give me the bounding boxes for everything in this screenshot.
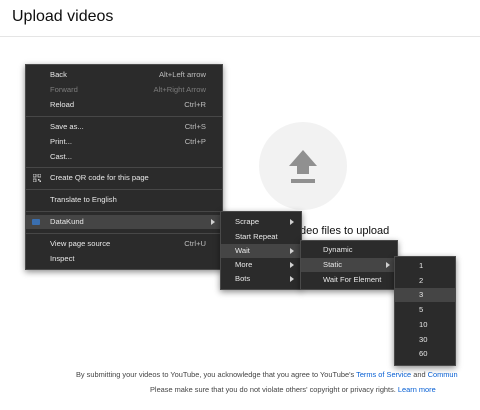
seconds-option-1[interactable]: 1: [395, 259, 455, 273]
menu-item-label: More: [235, 260, 253, 269]
menu-item-label: Static: [323, 260, 342, 269]
menu-item-shortcut: Alt+Left arrow: [158, 70, 206, 79]
menu-item-label: Translate to English: [50, 195, 117, 204]
seconds-option-60[interactable]: 60: [395, 347, 455, 361]
menu-item-cast[interactable]: Cast...: [26, 150, 222, 164]
terms-notice-text: By submitting your videos to YouTube, yo…: [76, 370, 355, 379]
menu-item-shortcut: Ctrl+P: [184, 137, 206, 146]
menu-separator: [26, 211, 222, 212]
menu-item-label: Create QR code for this page: [50, 173, 149, 182]
menu-separator: [26, 116, 222, 117]
menu-item-print[interactable]: Print... Ctrl+P: [26, 135, 222, 149]
submenu-item-static[interactable]: Static: [301, 258, 397, 272]
menu-separator: [26, 167, 222, 168]
menu-item-save-as[interactable]: Save as... Ctrl+S: [26, 120, 222, 134]
menu-item-back[interactable]: Back Alt+Left arrow: [26, 68, 222, 82]
drag-drop-text: deo files to upload: [300, 225, 390, 237]
menu-item-label: 60: [419, 349, 428, 358]
menu-item-label: 30: [419, 335, 428, 344]
terms-and-text: and: [413, 370, 426, 379]
seconds-option-10[interactable]: 10: [395, 318, 455, 332]
copyright-notice: Please make sure that you do not violate…: [150, 385, 436, 394]
menu-item-label: 3: [419, 290, 424, 299]
menu-item-shortcut: Ctrl+R: [184, 100, 206, 109]
submenu-item-start-repeat[interactable]: Start Repeat: [221, 230, 301, 244]
menu-item-label: Dynamic: [323, 245, 353, 254]
seconds-option-2[interactable]: 2: [395, 274, 455, 288]
menu-item-label: View page source: [50, 239, 111, 248]
menu-item-label: Cast...: [50, 152, 72, 161]
page-title: Upload videos: [12, 8, 114, 25]
menu-item-translate[interactable]: Translate to English: [26, 193, 222, 207]
menu-item-label: Inspect: [50, 254, 75, 263]
menu-item-create-qr[interactable]: Create QR code for this page: [26, 171, 222, 185]
menu-item-label: 1: [419, 261, 424, 270]
submenu-item-wait[interactable]: Wait: [221, 244, 301, 258]
menu-item-label: 5: [419, 305, 424, 314]
menu-item-label: Wait For Element: [323, 275, 382, 284]
menu-item-label: DataKund: [50, 217, 84, 226]
seconds-option-30[interactable]: 30: [395, 333, 455, 347]
menu-item-inspect[interactable]: Inspect: [26, 252, 222, 266]
menu-separator: [26, 233, 222, 234]
menu-item-label: Save as...: [50, 122, 84, 131]
submenu-arrow-icon: [386, 262, 390, 268]
terms-of-service-link[interactable]: Terms of Service: [356, 370, 411, 379]
upload-button[interactable]: [259, 122, 347, 210]
context-menu: Back Alt+Left arrow Forward Alt+Right Ar…: [25, 64, 223, 270]
submenu-arrow-icon: [211, 219, 215, 225]
submenu-item-dynamic[interactable]: Dynamic: [301, 243, 397, 257]
learn-more-link[interactable]: Learn more: [398, 385, 436, 394]
datakund-submenu: Scrape Start Repeat Wait More Bots: [220, 211, 302, 290]
seconds-option-5[interactable]: 5: [395, 303, 455, 317]
menu-item-label: Back: [50, 70, 67, 79]
terms-notice: By submitting your videos to YouTube, yo…: [76, 370, 458, 379]
submenu-item-scrape[interactable]: Scrape: [221, 215, 301, 229]
submenu-arrow-icon: [290, 276, 294, 282]
page-header: Upload videos: [0, 0, 480, 37]
submenu-item-wait-for-element[interactable]: Wait For Element: [301, 273, 397, 287]
submenu-arrow-icon: [290, 262, 294, 268]
menu-item-label: 2: [419, 276, 424, 285]
menu-item-label: Reload: [50, 100, 75, 109]
datakund-icon: [32, 219, 40, 225]
menu-item-shortcut: Alt+Right Arrow: [153, 85, 206, 94]
menu-item-datakund[interactable]: DataKund: [26, 215, 222, 229]
community-guidelines-link[interactable]: Commun: [428, 370, 458, 379]
submenu-arrow-icon: [290, 248, 294, 254]
menu-item-label: Print...: [50, 137, 72, 146]
menu-item-label: Bots: [235, 274, 251, 283]
menu-item-reload[interactable]: Reload Ctrl+R: [26, 98, 222, 112]
menu-item-label: Forward: [50, 85, 78, 94]
menu-item-label: Start Repeat: [235, 232, 278, 241]
menu-item-label: Scrape: [235, 217, 260, 226]
qr-code-icon: [33, 174, 41, 182]
seconds-option-3[interactable]: 3: [395, 288, 455, 302]
menu-item-forward: Forward Alt+Right Arrow: [26, 83, 222, 97]
upload-arrow-icon: [289, 150, 317, 183]
menu-separator: [26, 189, 222, 190]
menu-item-label: Wait: [235, 246, 250, 255]
static-seconds-submenu: 1 2 3 5 10 30 60: [394, 256, 456, 366]
submenu-arrow-icon: [290, 219, 294, 225]
menu-item-view-source[interactable]: View page source Ctrl+U: [26, 237, 222, 251]
menu-item-shortcut: Ctrl+U: [184, 239, 206, 248]
wait-submenu: Dynamic Static Wait For Element: [300, 240, 398, 290]
copyright-notice-text: Please make sure that you do not violate…: [150, 385, 396, 394]
menu-item-label: 10: [419, 320, 428, 329]
submenu-item-bots[interactable]: Bots: [221, 272, 301, 286]
menu-item-shortcut: Ctrl+S: [184, 122, 206, 131]
submenu-item-more[interactable]: More: [221, 258, 301, 272]
